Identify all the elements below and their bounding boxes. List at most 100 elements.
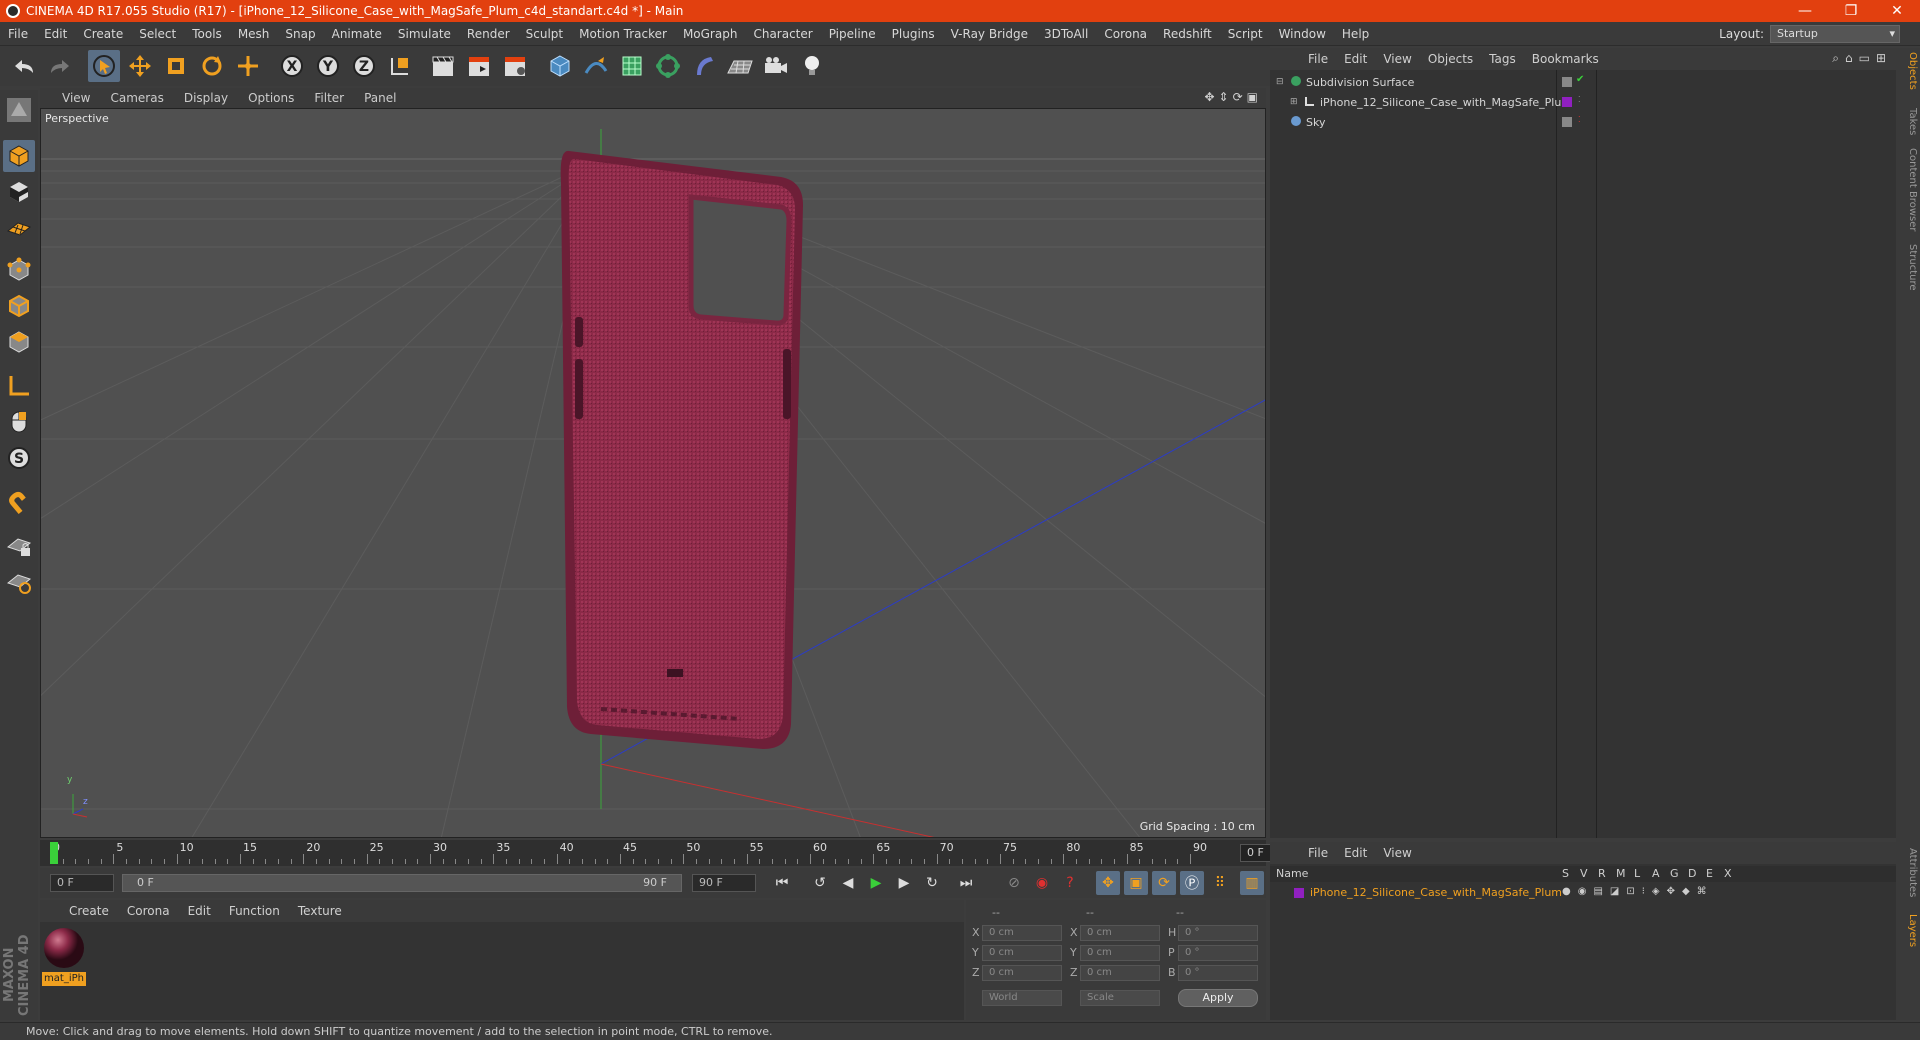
vp-menu-options[interactable]: Options [238,91,304,105]
collapse-icon[interactable]: ⊟ [1276,77,1290,87]
layer-col-l[interactable]: L [1634,867,1640,880]
timeline-ruler[interactable]: 051015202530354045505560657075808590 0 F [40,840,1304,866]
coordinate-system-button[interactable] [384,50,416,82]
layer-tag-icon[interactable] [1562,117,1572,127]
obj-menu-view[interactable]: View [1375,52,1419,66]
menu-sculpt[interactable]: Sculpt [518,27,571,41]
vp-menu-display[interactable]: Display [174,91,238,105]
vp-menu-filter[interactable]: Filter [304,91,354,105]
layer-col-v[interactable]: V [1580,867,1588,880]
layer-col-s[interactable]: S [1562,867,1569,880]
axis-mode-button[interactable] [3,370,35,402]
menu-character[interactable]: Character [745,27,820,41]
edges-mode-button[interactable] [3,290,35,322]
new-window-icon[interactable]: ▭ [1859,51,1870,66]
solo-mode-button[interactable]: S [3,442,35,474]
layer-toggle-icons[interactable]: ●◉▤◪⊡⁝◈✥◆⌘ [1562,886,1714,897]
menu-3dtoall[interactable]: 3DToAll [1036,27,1096,41]
menu-mesh[interactable]: Mesh [230,27,278,41]
texture-mode-button[interactable] [3,176,35,208]
tab-takes[interactable]: Takes [1898,108,1918,135]
layer-tag-icon[interactable] [1562,77,1572,87]
vp-menu-cameras[interactable]: Cameras [100,91,173,105]
obj-menu-edit[interactable]: Edit [1336,52,1375,66]
keyframe-selection-button[interactable]: ? [1058,871,1082,895]
y-axis-button[interactable]: Y [312,50,344,82]
object-row-sky[interactable]: Sky ⁚ [1270,112,1896,132]
viewport-move-icon[interactable]: ✥ [1204,90,1214,104]
menu-tools[interactable]: Tools [184,27,230,41]
expand-icon[interactable]: ⊞ [1876,51,1886,66]
mat-menu-corona[interactable]: Corona [118,904,179,918]
size-z-field[interactable]: 0 cm [1080,965,1160,981]
obj-menu-objects[interactable]: Objects [1420,52,1481,66]
workplane-align-button[interactable] [3,566,35,598]
rotate-tool-button[interactable] [196,50,228,82]
step-forward-button[interactable]: ▶ [892,871,916,895]
menu-render[interactable]: Render [459,27,518,41]
layout-dropdown[interactable]: Startup [1770,25,1900,43]
menu-animate[interactable]: Animate [324,27,390,41]
go-to-end-button[interactable]: ⏭ [954,871,978,895]
tab-objects[interactable]: Objects [1898,52,1918,90]
menu-snap[interactable]: Snap [277,27,323,41]
layer-menu-file[interactable]: File [1300,846,1336,860]
add-spline-button[interactable] [580,50,612,82]
tab-structure[interactable]: Structure [1898,244,1918,291]
maximize-button[interactable]: ❐ [1828,0,1874,22]
key-parameter-button[interactable]: Ⓟ [1180,871,1204,895]
workplane-mode-button[interactable] [3,212,35,244]
mat-menu-edit[interactable]: Edit [179,904,220,918]
position-y-field[interactable]: 0 cm [982,945,1062,961]
undo-button[interactable] [8,50,40,82]
add-floor-button[interactable] [724,50,756,82]
world-dropdown[interactable]: World [982,990,1062,1006]
add-light-button[interactable] [796,50,828,82]
layer-col-g[interactable]: G [1670,867,1679,880]
position-z-field[interactable]: 0 cm [982,965,1062,981]
vp-menu-view[interactable]: View [52,91,100,105]
key-rotation-button[interactable]: ⟳ [1152,871,1176,895]
obj-menu-file[interactable]: File [1300,52,1336,66]
add-camera-button[interactable] [760,50,792,82]
redo-button[interactable] [44,50,76,82]
menu-window[interactable]: Window [1271,27,1334,41]
home-icon[interactable]: ⌂ [1845,51,1853,66]
viewport-layout-icon[interactable]: ▣ [1247,90,1258,104]
render-settings-button[interactable] [500,50,532,82]
size-x-field[interactable]: 0 cm [1080,925,1160,941]
rotation-p-field[interactable]: 0 ° [1178,945,1258,961]
vp-menu-panel[interactable]: Panel [354,91,406,105]
menu-mograph[interactable]: MoGraph [675,27,746,41]
live-selection-button[interactable] [88,50,120,82]
start-frame-field[interactable]: 0 F [50,874,114,892]
layer-col-r[interactable]: R [1598,867,1606,880]
layer-menu-edit[interactable]: Edit [1336,846,1375,860]
menu-corona[interactable]: Corona [1096,27,1155,41]
layer-row[interactable]: iPhone_12_Silicone_Case_with_MagSafe_Plu… [1270,884,1896,902]
record-keyframes-button[interactable]: ⊘ [1002,871,1026,895]
layer-col-d[interactable]: D [1688,867,1696,880]
minimize-button[interactable]: — [1782,0,1828,22]
rotation-b-field[interactable]: 0 ° [1178,965,1258,981]
mat-menu-texture[interactable]: Texture [289,904,351,918]
move-tool-button[interactable] [124,50,156,82]
iphone-case-model[interactable] [560,150,803,749]
make-editable-button[interactable] [3,94,35,126]
menu-plugins[interactable]: Plugins [884,27,943,41]
object-row-iphone-case[interactable]: ⊞ iPhone_12_Silicone_Case_with_MagSafe_P… [1270,92,1896,112]
menu-vray-bridge[interactable]: V-Ray Bridge [943,27,1036,41]
material-swatch[interactable]: mat_iPh [42,926,86,986]
menu-simulate[interactable]: Simulate [390,27,459,41]
model-mode-button[interactable] [3,140,35,172]
add-array-button[interactable] [652,50,684,82]
obj-menu-tags[interactable]: Tags [1481,52,1524,66]
search-icon[interactable]: ⌕ [1832,51,1839,66]
menu-pipeline[interactable]: Pipeline [821,27,884,41]
key-pla-button[interactable]: ⠿ [1208,871,1232,895]
viewport-zoom-icon[interactable]: ⇕ [1219,90,1229,104]
close-button[interactable]: ✕ [1874,0,1920,22]
polygons-mode-button[interactable] [3,326,35,358]
perspective-viewport[interactable]: y z Perspective Grid Spacing : 10 cm [40,108,1266,838]
frame-range-slider[interactable]: 0 F 90 F [122,874,682,892]
